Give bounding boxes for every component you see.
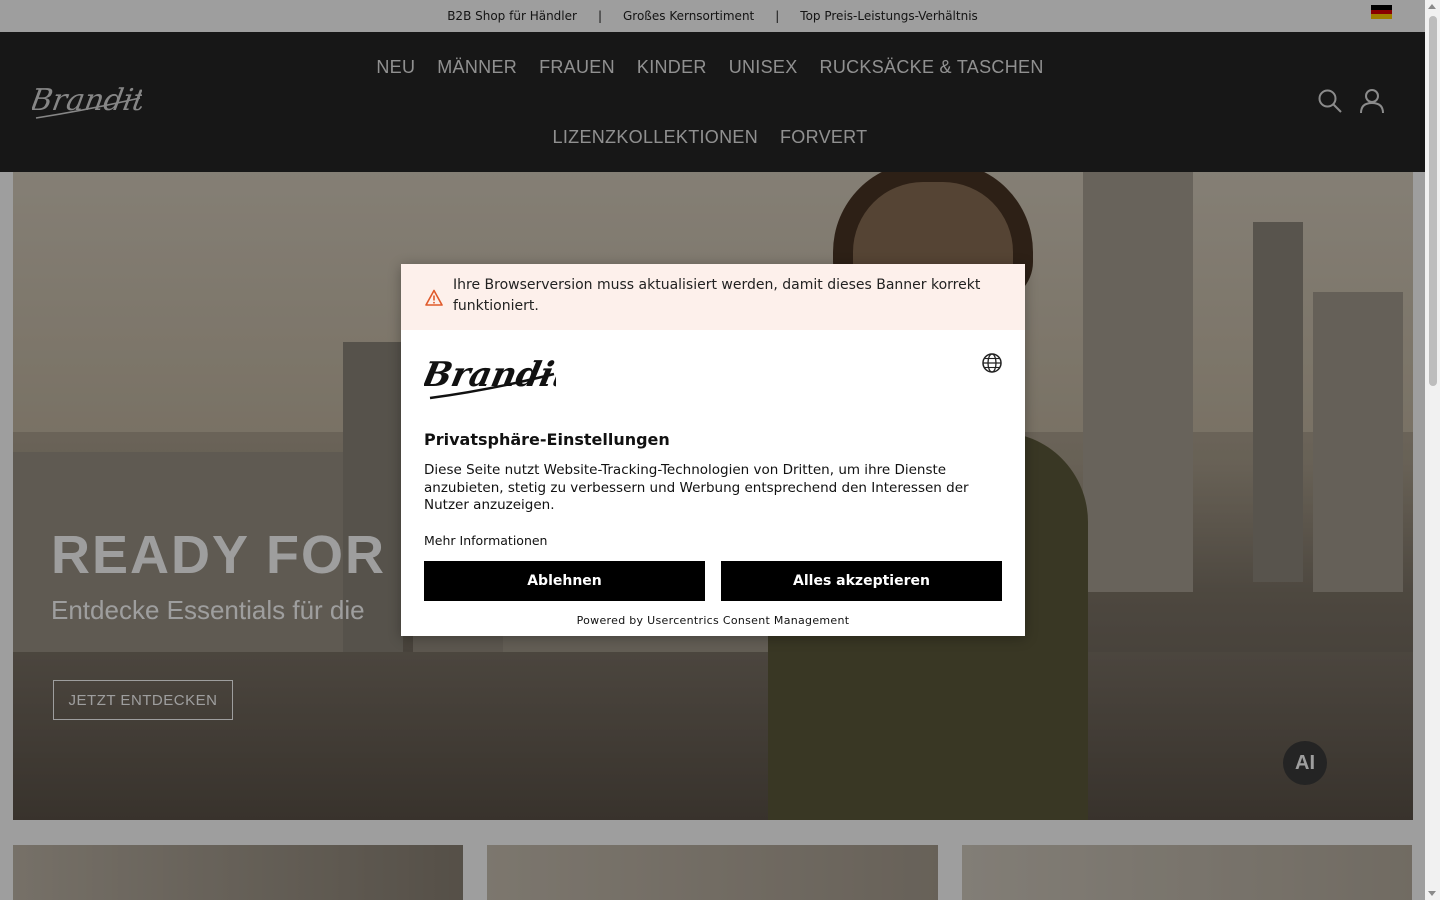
consent-title: Privatsphäre-Einstellungen — [424, 430, 670, 449]
consent-body: Brandit Privatsphäre-Einstellungen Diese… — [401, 330, 1025, 627]
consent-description: Diese Seite nutzt Website-Tracking-Techn… — [424, 462, 969, 513]
more-info-link[interactable]: Mehr Informationen — [424, 533, 1002, 548]
brandit-logo: Brandit — [418, 355, 573, 400]
scroll-up-arrow-icon[interactable] — [1428, 4, 1436, 9]
warning-icon — [425, 289, 443, 306]
browser-warning: Ihre Browserversion muss aktualisiert we… — [401, 264, 1025, 330]
consent-dialog: Ihre Browserversion muss aktualisiert we… — [401, 264, 1025, 636]
consent-buttons: Ablehnen Alles akzeptieren — [424, 560, 1002, 601]
language-globe-icon[interactable] — [981, 352, 1003, 374]
page-scrollbar[interactable] — [1425, 0, 1440, 900]
decline-button[interactable]: Ablehnen — [424, 560, 705, 601]
scrollbar-thumb[interactable] — [1429, 16, 1437, 386]
browser-warning-text: Ihre Browserversion muss aktualisiert we… — [453, 277, 981, 314]
scroll-down-arrow-icon[interactable] — [1428, 891, 1436, 896]
powered-by-text[interactable]: Powered by Usercentrics Consent Manageme… — [424, 614, 1002, 627]
accept-all-button[interactable]: Alles akzeptieren — [721, 560, 1002, 601]
